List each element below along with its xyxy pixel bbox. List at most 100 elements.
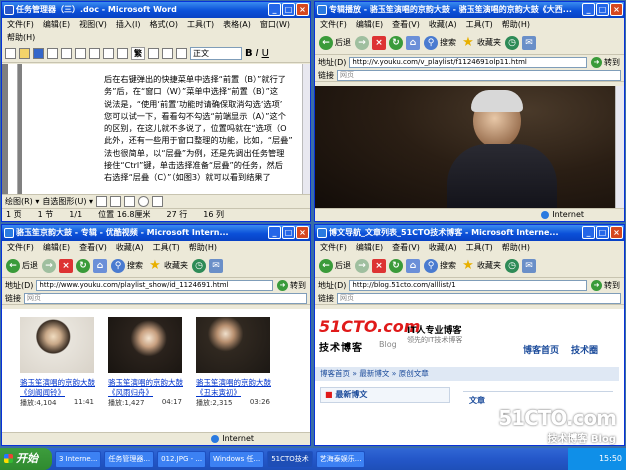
close-icon[interactable]: × bbox=[296, 226, 309, 239]
oval-icon[interactable] bbox=[138, 196, 150, 207]
back-button[interactable]: ← 后退 bbox=[318, 258, 352, 273]
links-label[interactable]: 链接 bbox=[318, 70, 334, 81]
refresh-icon[interactable]: ↻ bbox=[76, 258, 90, 273]
minimize-icon[interactable]: _ bbox=[582, 3, 595, 16]
mail-icon[interactable]: ✉ bbox=[522, 35, 536, 50]
vertical-scrollbar[interactable] bbox=[302, 64, 310, 194]
autoshape-menu[interactable]: 自选图形(U) ▾ bbox=[42, 196, 93, 207]
menu-view[interactable]: 视图(V) bbox=[78, 18, 108, 31]
site-logo[interactable]: 51CTO.com bbox=[319, 317, 420, 336]
arrow-icon[interactable] bbox=[110, 196, 122, 207]
menu-favorites[interactable]: 收藏(A) bbox=[115, 241, 145, 254]
menu-tools[interactable]: 工具(T) bbox=[465, 241, 494, 254]
stop-icon[interactable]: × bbox=[59, 258, 73, 273]
menu-favorites[interactable]: 收藏(A) bbox=[428, 241, 458, 254]
nav-circle[interactable]: 技术圈 bbox=[571, 343, 598, 356]
close-icon[interactable]: × bbox=[610, 226, 623, 239]
player-scrollbar[interactable] bbox=[615, 86, 624, 210]
menu-window[interactable]: 窗口(W) bbox=[259, 18, 291, 31]
blog-titlebar[interactable]: 博文导航_文章列表_51CTO技术博客 - Microsoft Interne.… bbox=[315, 225, 624, 241]
menu-file[interactable]: 文件(F) bbox=[6, 241, 35, 254]
nav-home[interactable]: 博客首页 bbox=[523, 343, 559, 356]
forward-arrow-icon[interactable]: → bbox=[355, 35, 369, 50]
address-input[interactable]: http://blog.51cto.com/alllist/1 bbox=[349, 279, 587, 291]
menu-view[interactable]: 查看(V) bbox=[78, 241, 108, 254]
taskbar-button-ie[interactable]: 3 Interne... bbox=[55, 450, 102, 468]
clock[interactable]: 15:50 bbox=[599, 454, 622, 463]
favorites-button[interactable]: ★ 收藏夹 bbox=[460, 258, 502, 273]
links-box[interactable]: 网页 bbox=[24, 292, 307, 304]
back-button[interactable]: ← 后退 bbox=[5, 258, 39, 273]
minimize-icon[interactable]: _ bbox=[268, 3, 281, 16]
save-icon[interactable] bbox=[33, 47, 44, 59]
open-icon[interactable] bbox=[19, 47, 30, 59]
menu-insert[interactable]: 插入(I) bbox=[115, 18, 142, 31]
youku-ie-window[interactable]: 骆玉笙京韵大鼓 - 专辑 - 优酷视频 - Microsoft Intern..… bbox=[1, 224, 311, 446]
favorites-button[interactable]: ★ 收藏夹 bbox=[460, 35, 502, 50]
video-ie-window[interactable]: 专辑播放 - 骆玉笙演唱的京韵大鼓 - 骆玉笙演唱的京韵大鼓《大西... _ □ ×… bbox=[314, 1, 625, 222]
paste-icon[interactable] bbox=[117, 47, 128, 59]
word-page[interactable]: 后在右键弹出的快捷菜单中选择“前置（B）”就行了 务”后，在“窗口（W）”菜单中… bbox=[22, 64, 304, 194]
refresh-icon[interactable]: ↻ bbox=[389, 258, 403, 273]
video-thumbnail[interactable] bbox=[20, 317, 94, 373]
links-box[interactable]: 网页 bbox=[337, 292, 621, 304]
menu-view[interactable]: 查看(V) bbox=[391, 241, 421, 254]
go-button[interactable]: ➜ 转到 bbox=[590, 55, 621, 69]
copy-icon[interactable] bbox=[103, 47, 114, 59]
menu-format[interactable]: 格式(O) bbox=[148, 18, 179, 31]
close-icon[interactable]: × bbox=[296, 3, 309, 16]
refresh-icon[interactable]: ↻ bbox=[389, 35, 403, 50]
maximize-icon[interactable]: □ bbox=[282, 226, 295, 239]
taskbar-button-taskmgr[interactable]: 任务管理器... bbox=[104, 450, 155, 468]
links-box[interactable]: 网页 bbox=[337, 69, 621, 81]
forward-arrow-icon[interactable]: → bbox=[355, 258, 369, 273]
home-icon[interactable]: ⌂ bbox=[406, 258, 420, 273]
menu-help[interactable]: 帮助(H) bbox=[501, 241, 531, 254]
go-button[interactable]: ➜ 转到 bbox=[590, 278, 621, 292]
search-button[interactable]: ⚲ 搜索 bbox=[110, 258, 144, 273]
search-button[interactable]: ⚲ 搜索 bbox=[423, 35, 457, 50]
menu-tools[interactable]: 工具(T) bbox=[152, 241, 181, 254]
go-button[interactable]: ➜ 转到 bbox=[276, 278, 307, 292]
menu-tools[interactable]: 工具(T) bbox=[465, 18, 494, 31]
minimize-icon[interactable]: _ bbox=[582, 226, 595, 239]
youku-titlebar[interactable]: 骆玉笙京韵大鼓 - 专辑 - 优酷视频 - Microsoft Intern..… bbox=[2, 225, 310, 241]
video-card[interactable]: 骆玉笙演唱的京韵大鼓《剑阁闻铃》 播放:4,104 11:41 bbox=[20, 317, 100, 408]
mail-icon[interactable]: ✉ bbox=[522, 258, 536, 273]
maximize-icon[interactable]: □ bbox=[596, 226, 609, 239]
back-button[interactable]: ← 后退 bbox=[318, 35, 352, 50]
close-icon[interactable]: × bbox=[610, 3, 623, 16]
video-player[interactable] bbox=[315, 86, 624, 210]
video-thumbnail[interactable] bbox=[108, 317, 182, 373]
print-icon[interactable] bbox=[47, 47, 58, 59]
menu-help[interactable]: 帮助(H) bbox=[188, 241, 218, 254]
video-titlebar[interactable]: 专辑播放 - 骆玉笙演唱的京韵大鼓 - 骆玉笙演唱的京韵大鼓《大西... _ □ × bbox=[315, 2, 624, 18]
links-label[interactable]: 链接 bbox=[318, 293, 334, 304]
undo-icon[interactable] bbox=[148, 47, 159, 59]
style-dropdown[interactable]: 正文 bbox=[190, 46, 242, 60]
video-title[interactable]: 骆玉笙演唱的京韵大鼓《风雨归舟》 bbox=[108, 378, 188, 398]
menu-edit[interactable]: 编辑(E) bbox=[42, 241, 71, 254]
spellcheck-icon[interactable] bbox=[75, 47, 86, 59]
history-icon[interactable]: ◷ bbox=[505, 258, 519, 273]
bold-button[interactable]: B bbox=[245, 48, 253, 59]
mail-icon[interactable]: ✉ bbox=[209, 258, 223, 273]
menu-edit[interactable]: 编辑(E) bbox=[355, 18, 384, 31]
video-card[interactable]: 骆玉笙演唱的京韵大鼓《丑末寅初》 播放:2,315 03:26 bbox=[196, 317, 276, 408]
rectangle-icon[interactable] bbox=[124, 196, 136, 207]
textbox-icon[interactable] bbox=[152, 196, 164, 207]
maximize-icon[interactable]: □ bbox=[282, 3, 295, 16]
menu-edit[interactable]: 编辑(E) bbox=[355, 241, 384, 254]
word-window[interactable]: 任务管理器（三）.doc - Microsoft Word _ □ × 文件(F) … bbox=[1, 1, 311, 222]
italic-button[interactable]: I bbox=[256, 48, 259, 59]
history-icon[interactable]: ◷ bbox=[505, 35, 519, 50]
menu-help[interactable]: 帮助(H) bbox=[6, 31, 36, 44]
menu-table[interactable]: 表格(A) bbox=[222, 18, 252, 31]
forward-arrow-icon[interactable]: → bbox=[42, 258, 56, 273]
favorites-button[interactable]: ★ 收藏夹 bbox=[147, 258, 189, 273]
search-button[interactable]: ⚲ 搜索 bbox=[423, 258, 457, 273]
word-titlebar[interactable]: 任务管理器（三）.doc - Microsoft Word _ □ × bbox=[2, 2, 310, 18]
menu-view[interactable]: 查看(V) bbox=[391, 18, 421, 31]
font-button[interactable]: 繁 bbox=[131, 46, 145, 60]
video-title[interactable]: 骆玉笙演唱的京韵大鼓《丑末寅初》 bbox=[196, 378, 276, 398]
